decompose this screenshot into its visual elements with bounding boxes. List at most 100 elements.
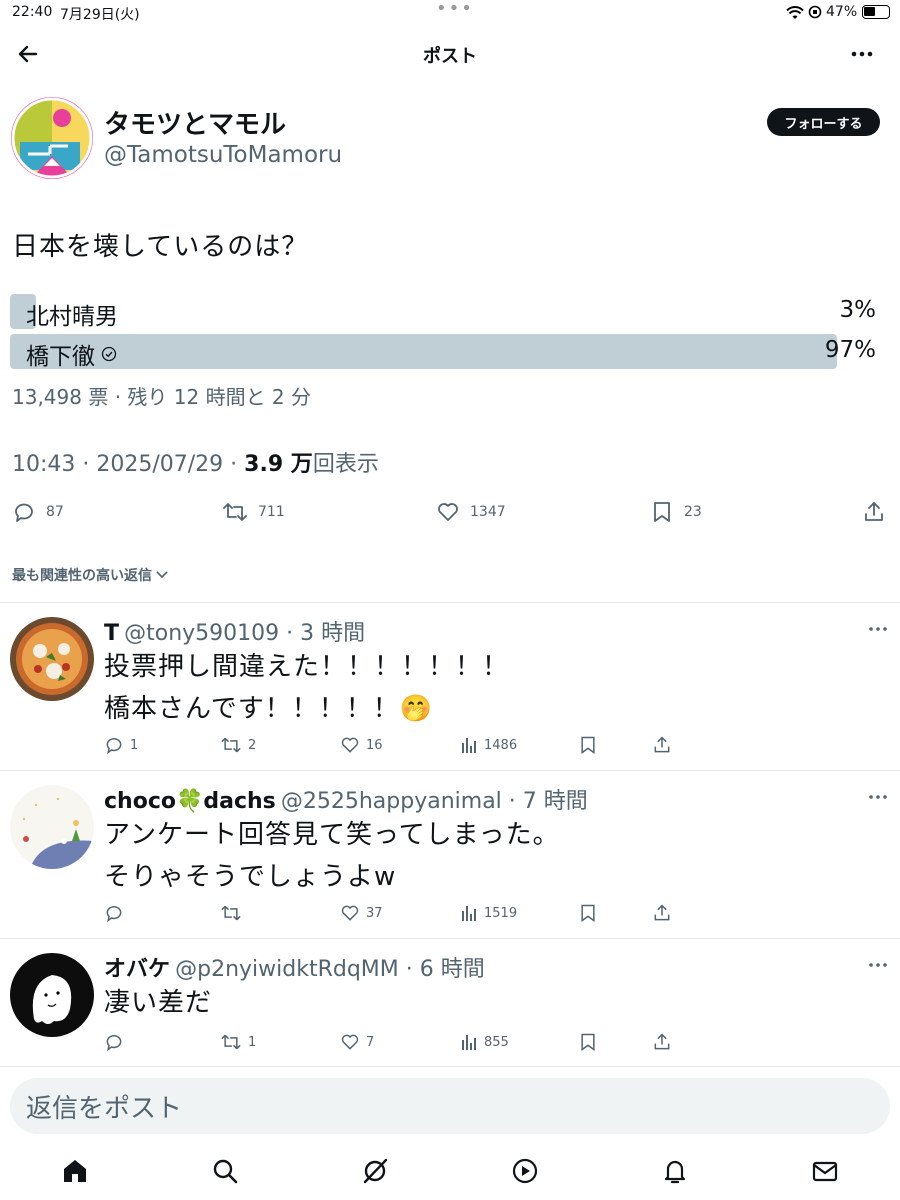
views-chart-icon <box>462 906 476 921</box>
bookmark-count: 23 <box>684 504 702 520</box>
bookmark-icon[interactable] <box>578 903 598 923</box>
poll-bar-fill <box>10 334 837 369</box>
wifi-icon <box>786 6 804 19</box>
reply-sort-dropdown[interactable]: 最も関連性の高い返信 <box>12 565 169 585</box>
reply-reply-action[interactable]: 1 <box>104 735 138 755</box>
view-count-label: 回表示 <box>312 452 379 477</box>
reply-reply-action[interactable] <box>104 1032 130 1052</box>
reply-count: 87 <box>46 504 64 520</box>
search-icon[interactable] <box>210 1156 240 1186</box>
repost-icon <box>223 503 247 521</box>
video-play-icon[interactable] <box>510 1156 540 1186</box>
post-meta: 10:43 · 2025/07/29 · 3.9 万回表示 <box>12 446 379 478</box>
divider <box>0 1066 900 1067</box>
heart-icon <box>341 737 359 753</box>
repost-icon <box>221 1034 241 1050</box>
post-text: 日本を壊しているのは？ <box>12 232 309 262</box>
bookmark-action[interactable]: 23 <box>650 500 702 524</box>
reply-icon <box>106 1035 122 1052</box>
reply-reply-action[interactable] <box>104 903 130 923</box>
reply-handle-time[interactable]: @2525happyanimal · 7 時間 <box>281 789 588 814</box>
grok-icon[interactable] <box>360 1156 390 1186</box>
repost-count: 711 <box>258 504 285 520</box>
reply-like-action[interactable]: 7 <box>340 1032 374 1052</box>
repost-action[interactable]: 711 <box>222 500 285 524</box>
bookmark-icon[interactable] <box>578 735 598 755</box>
reply-avatar[interactable] <box>10 785 94 869</box>
status-time: 22:40 <box>12 4 53 20</box>
reply-repost-action[interactable]: 1 <box>220 1032 256 1052</box>
more-options-icon[interactable] <box>868 625 888 633</box>
battery-percent: 47% <box>826 4 858 20</box>
share-icon[interactable] <box>862 500 886 524</box>
reply-handle-time[interactable]: @p2nyiwidktRdqMM · 6 時間 <box>175 957 485 982</box>
reply-avatar[interactable] <box>10 953 94 1037</box>
share-icon[interactable] <box>652 735 672 755</box>
poll-option-label: 北村晴男 <box>26 304 118 330</box>
more-options-icon[interactable] <box>850 44 874 64</box>
reply-views-action[interactable]: 1519 <box>460 903 517 923</box>
reply-icon <box>106 906 122 923</box>
reply-like-action[interactable]: 37 <box>340 903 383 923</box>
top-bar: ポスト <box>0 30 900 80</box>
like-count: 1347 <box>470 504 506 520</box>
repost-icon <box>221 905 241 921</box>
reply-author-name[interactable]: choco🍀dachs <box>104 789 276 814</box>
author-avatar[interactable] <box>10 96 94 180</box>
reply-item[interactable]: T @tony590109 · 3 時間 投票押し間違えた！！！！！！！ 橋本さ… <box>0 603 900 770</box>
heart-icon <box>438 503 458 521</box>
reply-icon <box>106 738 122 755</box>
reply-repost-action[interactable] <box>220 903 248 923</box>
author-display-name[interactable]: タモツとマモル <box>104 104 286 141</box>
reply-text: 投票押し間違えた！！！！！！！ 橋本さんです！！！！！🤭 <box>104 652 510 724</box>
battery-icon <box>862 5 890 19</box>
reply-like-action[interactable]: 16 <box>340 735 383 755</box>
poll-option: 橋下徹 97% <box>10 334 876 370</box>
reply-author-name[interactable]: オバケ <box>104 957 170 982</box>
share-icon[interactable] <box>652 1032 672 1052</box>
selected-check-icon <box>101 346 117 362</box>
notifications-bell-icon[interactable] <box>660 1156 690 1186</box>
reply-item[interactable]: オバケ @p2nyiwidktRdqMM · 6 時間 凄い差だ 1 7 855 <box>0 939 900 1067</box>
reply-handle-time[interactable]: @tony590109 · 3 時間 <box>124 621 365 646</box>
multitask-dots-icon[interactable]: ••• <box>436 0 474 19</box>
poll-option-label: 橋下徹 <box>26 344 95 370</box>
heart-icon <box>341 905 359 921</box>
reply-item[interactable]: choco🍀dachs @2525happyanimal · 7 時間 アンケー… <box>0 771 900 938</box>
poll-option-percent: 3% <box>839 297 877 323</box>
share-icon[interactable] <box>652 903 672 923</box>
poll-option: 北村晴男 3% <box>10 294 876 330</box>
status-date: 7月29日(火) <box>60 7 140 23</box>
repost-icon <box>221 737 241 753</box>
reply-repost-action[interactable]: 2 <box>220 735 256 755</box>
heart-icon <box>341 1034 359 1050</box>
view-count: 3.9 万 <box>244 452 313 477</box>
views-chart-icon <box>462 1035 476 1050</box>
reply-avatar[interactable] <box>10 617 94 701</box>
messages-envelope-icon[interactable] <box>810 1156 840 1186</box>
bookmark-icon[interactable] <box>578 1032 598 1052</box>
page-title: ポスト <box>423 46 477 67</box>
more-options-icon[interactable] <box>868 793 888 801</box>
reply-composer-input[interactable]: 返信をポスト <box>10 1078 890 1134</box>
reply-views-action[interactable]: 855 <box>460 1032 509 1052</box>
reply-composer-placeholder: 返信をポスト <box>26 1093 183 1124</box>
orientation-lock-icon <box>808 5 822 19</box>
like-action[interactable]: 1347 <box>436 500 506 524</box>
reply-action[interactable]: 87 <box>12 500 64 524</box>
reply-text: 凄い差だ <box>104 988 213 1018</box>
reply-views-action[interactable]: 1486 <box>460 735 517 755</box>
bookmark-icon <box>654 502 670 522</box>
more-options-icon[interactable] <box>868 961 888 969</box>
reply-sort-label: 最も関連性の高い返信 <box>12 568 152 584</box>
post-timestamp[interactable]: 10:43 · 2025/07/29 · <box>12 452 244 477</box>
reply-icon <box>15 503 33 522</box>
follow-button[interactable]: フォローする <box>767 108 880 136</box>
poll-summary: 13,498 票 · 残り 12 時間と 2 分 <box>12 385 312 409</box>
author-handle[interactable]: @TamotsuToMamoru <box>104 142 342 168</box>
chevron-down-icon <box>156 571 168 579</box>
views-chart-icon <box>462 738 476 753</box>
poll-option-percent: 97% <box>824 337 876 363</box>
home-icon[interactable] <box>60 1156 90 1186</box>
reply-author-name[interactable]: T <box>104 621 119 646</box>
